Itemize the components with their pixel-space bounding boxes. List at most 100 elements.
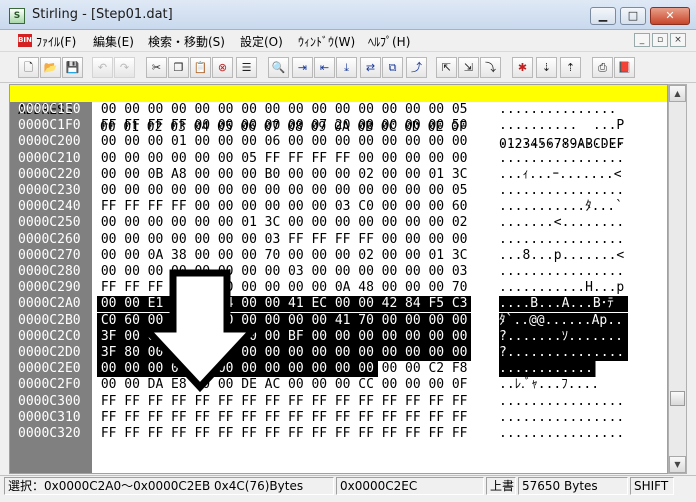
hex-row[interactable]: 0000C28000000000000000000300000000000003… — [10, 264, 667, 280]
hex-byte[interactable]: 00 — [97, 167, 120, 183]
hex-byte[interactable]: 00 — [214, 134, 237, 150]
hex-byte[interactable]: 00 — [425, 199, 448, 215]
hex-byte[interactable]: 00 — [307, 345, 331, 361]
hex-byte[interactable]: 00 — [214, 102, 237, 118]
hex-byte[interactable]: 00 — [401, 118, 424, 134]
hex-byte[interactable]: FF — [261, 410, 284, 426]
hex-byte[interactable]: 00 — [144, 232, 167, 248]
ascii-text[interactable]: ................ — [499, 232, 628, 248]
book-icon[interactable]: 📕 — [614, 57, 635, 78]
hex-byte[interactable]: FF — [354, 394, 377, 410]
ascii-text[interactable]: ................ — [499, 134, 628, 150]
hex-byte[interactable]: FF — [237, 426, 260, 442]
hex-byte[interactable]: 00 — [237, 248, 260, 264]
hex-byte[interactable]: 00 — [308, 377, 331, 393]
hex-byte[interactable]: 00 — [97, 215, 120, 231]
hex-row[interactable]: 0000C230 00 00 00 00 00 00 00 00 00 00 00 00 00 00 00 05… — [10, 183, 667, 199]
ascii-text[interactable]: ....B...A...B･ﾃ — [499, 296, 628, 313]
hex-byte[interactable]: 00 — [260, 296, 285, 313]
hex-row[interactable]: 0000C2F00000DAE80000DEAC000000CC0000000F… — [10, 377, 667, 393]
hex-byte[interactable]: 00 — [308, 102, 331, 118]
hex-byte[interactable]: FF — [144, 394, 167, 410]
hex-byte[interactable]: 00 — [401, 312, 425, 329]
hex-byte[interactable]: 3C — [448, 167, 471, 183]
hex-byte[interactable]: FF — [191, 394, 214, 410]
hex-byte[interactable]: 3C — [261, 215, 284, 231]
hex-byte[interactable]: 00 — [308, 248, 331, 264]
close-button[interactable]: ✕ — [650, 7, 690, 25]
hex-byte[interactable]: 00 — [191, 118, 214, 134]
hex-byte[interactable]: 03 — [448, 264, 471, 280]
hex-byte[interactable]: 00 — [448, 232, 471, 248]
hex-byte[interactable]: 01 — [425, 167, 448, 183]
hex-byte[interactable]: FF — [331, 394, 354, 410]
hex-byte[interactable]: FF — [284, 151, 307, 167]
hex-byte[interactable]: 00 — [401, 215, 424, 231]
hex-byte[interactable]: 3C — [448, 248, 471, 264]
hex-byte[interactable]: 00 — [261, 118, 284, 134]
page-bottom-icon[interactable]: ⇲ — [458, 57, 479, 78]
hex-byte[interactable]: 00 — [448, 134, 471, 150]
hex-byte[interactable]: 00 — [237, 183, 260, 199]
hex-byte[interactable]: 00 — [144, 134, 167, 150]
hex-byte[interactable]: 00 — [425, 118, 448, 134]
maximize-button[interactable]: □ — [620, 7, 646, 25]
hex-byte[interactable]: 00 — [97, 232, 120, 248]
hex-byte[interactable]: 00 — [354, 328, 378, 345]
hex-byte[interactable]: 03 — [284, 264, 307, 280]
hex-byte[interactable]: 00 — [214, 183, 237, 199]
hex-byte[interactable]: FF — [144, 426, 167, 442]
hex-byte[interactable]: 01 — [425, 248, 448, 264]
hex-byte[interactable]: 00 — [448, 151, 471, 167]
ascii-text[interactable]: ...ｨ...ｰ.......< — [499, 167, 628, 183]
hex-byte[interactable]: FF — [284, 232, 307, 248]
hex-byte[interactable]: 00 — [191, 199, 214, 215]
hex-byte[interactable]: EC — [307, 296, 331, 313]
menu-search[interactable]: 検索・移動(S) — [148, 33, 225, 50]
hex-byte[interactable]: 02 — [448, 215, 471, 231]
hex-byte[interactable]: 00 — [214, 151, 237, 167]
hex-byte[interactable]: 00 — [284, 199, 307, 215]
ascii-text[interactable]: ?.......ｿ....... — [499, 328, 628, 345]
hex-byte[interactable]: 00 — [120, 167, 143, 183]
hex-byte[interactable]: 00 — [377, 328, 402, 345]
cut-icon[interactable]: ✂ — [146, 57, 167, 78]
hex-row[interactable]: 0000C2E00000000000000000000000000000C2F8… — [10, 361, 667, 378]
hex-byte[interactable]: 00 — [261, 199, 284, 215]
hex-byte[interactable]: FF — [331, 410, 354, 426]
hex-byte[interactable]: FF — [97, 199, 120, 215]
hex-byte[interactable]: 00 — [237, 167, 260, 183]
hex-byte[interactable]: 00 — [331, 296, 355, 313]
hex-byte[interactable]: 00 — [214, 167, 237, 183]
hex-byte[interactable]: 00 — [378, 248, 401, 264]
ascii-text[interactable]: ?............... — [499, 345, 628, 361]
ascii-text[interactable]: ...........ﾀ...` — [499, 199, 628, 215]
hex-byte[interactable]: FF — [120, 199, 143, 215]
hex-byte[interactable]: 00 — [307, 361, 331, 378]
hex-byte[interactable]: FF — [448, 394, 471, 410]
hex-byte[interactable]: 00 — [354, 134, 377, 150]
vertical-scrollbar[interactable]: ▲ ▼ — [668, 84, 687, 474]
hex-byte[interactable]: 41 — [284, 296, 308, 313]
save-icon[interactable]: 💾 — [62, 57, 83, 78]
hex-byte[interactable]: C3 — [448, 296, 472, 313]
hex-byte[interactable]: FF — [308, 151, 331, 167]
hex-byte[interactable]: FF — [425, 394, 448, 410]
compare-icon[interactable]: ⧉ — [382, 57, 403, 78]
hex-byte[interactable]: 00 — [354, 183, 377, 199]
hex-byte[interactable]: 00 — [237, 102, 260, 118]
hex-byte[interactable]: 00 — [191, 183, 214, 199]
hex-byte[interactable]: FF — [167, 118, 190, 134]
hex-byte[interactable]: 00 — [378, 361, 401, 377]
hex-byte[interactable]: 00 — [284, 167, 307, 183]
hex-byte[interactable]: 00 — [97, 296, 121, 313]
hex-byte[interactable]: 00 — [167, 183, 190, 199]
hex-byte[interactable]: 00 — [284, 345, 308, 361]
hex-byte[interactable]: 00 — [260, 345, 285, 361]
hex-byte[interactable]: 00 — [214, 215, 237, 231]
hex-byte[interactable]: FF — [331, 232, 354, 248]
hex-byte[interactable]: FF — [237, 410, 260, 426]
hex-byte[interactable]: 00 — [448, 312, 472, 329]
hex-byte[interactable]: 00 — [284, 134, 307, 150]
hex-byte[interactable]: 84 — [401, 296, 425, 313]
